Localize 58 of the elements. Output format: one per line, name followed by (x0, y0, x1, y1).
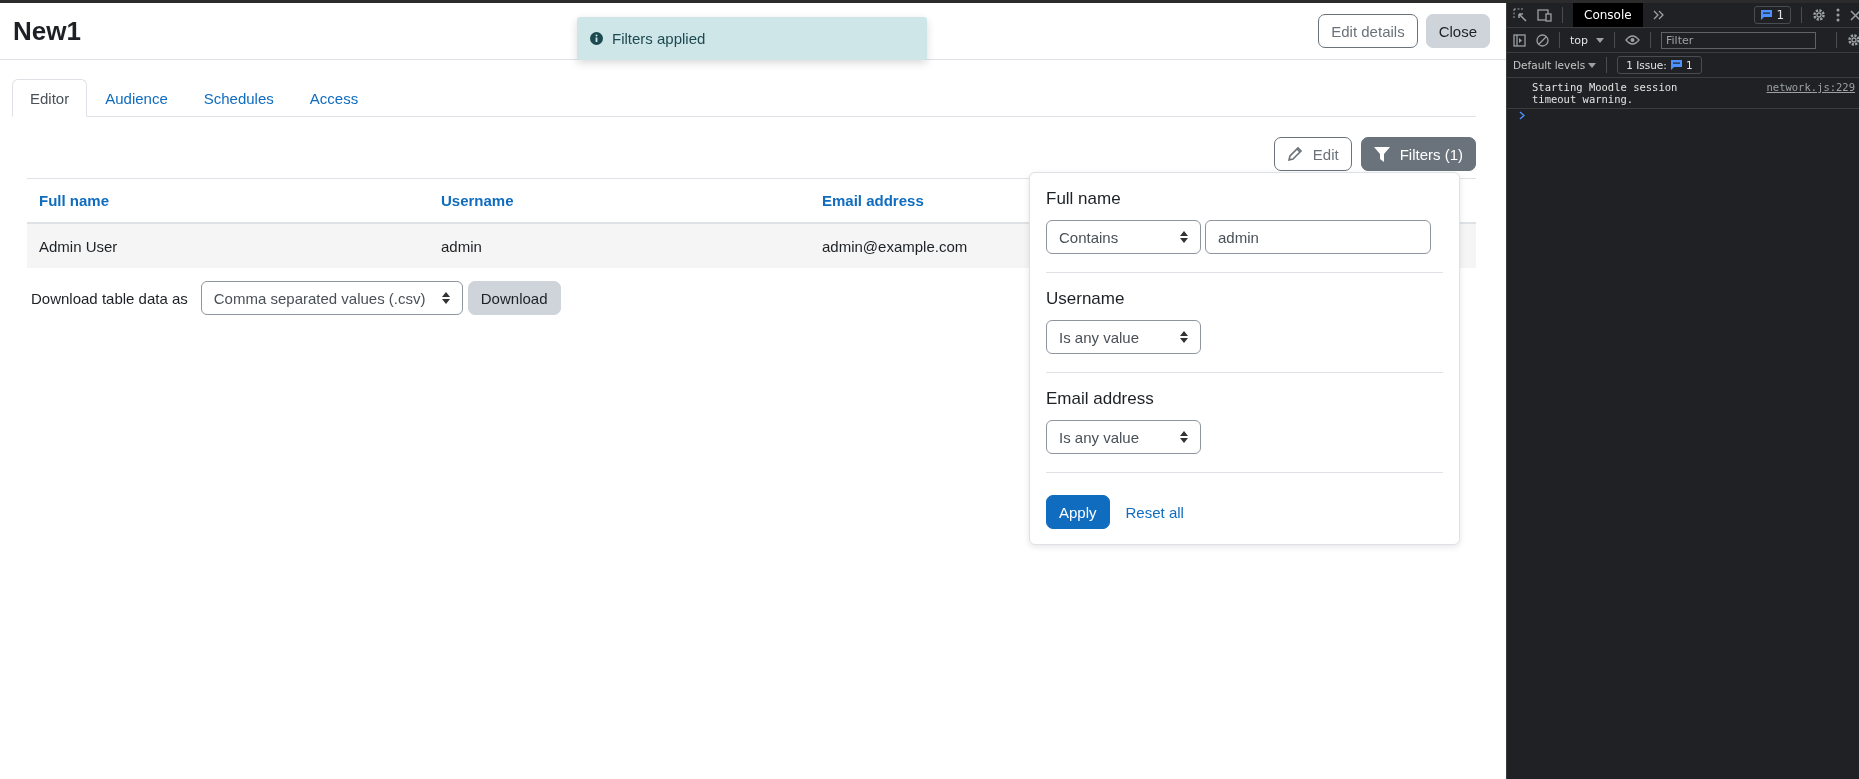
edit-details-button[interactable]: Edit details (1318, 14, 1418, 48)
download-label: Download table data as (31, 289, 188, 307)
filters-button[interactable]: Filters (1) (1360, 137, 1476, 171)
apply-button[interactable]: Apply (1046, 495, 1110, 529)
toast-message: Filters applied (612, 30, 706, 47)
close-button[interactable]: Close (1425, 14, 1490, 48)
edit-button[interactable]: Edit (1273, 137, 1352, 171)
table-cell: admin@example.com (822, 237, 968, 255)
select-field[interactable]: Is any value (1046, 320, 1201, 354)
console-tab[interactable]: Console (1573, 3, 1643, 27)
caret-icon (1180, 331, 1188, 343)
clear-icon (1536, 33, 1549, 47)
caret-icon (1180, 431, 1188, 443)
filter-label: Username (1046, 289, 1126, 309)
funnel-icon (1373, 146, 1390, 162)
filter-label: Full name (1046, 189, 1122, 209)
message-icon (1761, 10, 1773, 20)
caret-icon (1180, 231, 1188, 243)
issues-button[interactable]: 1 Issue: 1 (1617, 56, 1702, 74)
column-header[interactable]: Username (441, 192, 514, 209)
page-title: New1 (13, 15, 81, 47)
eye-icon (1625, 35, 1641, 45)
column-header[interactable]: Full name (39, 192, 109, 209)
prompt-icon (1519, 111, 1525, 120)
message-icon (1670, 60, 1682, 70)
pencil-icon (1286, 146, 1303, 162)
select-field[interactable]: Comma separated values (.csv) (200, 281, 463, 315)
levels-dropdown[interactable]: Default levels (1513, 59, 1597, 71)
tab[interactable]: Access (291, 79, 377, 117)
settings-icon (1812, 8, 1827, 22)
table-cell: Admin User (39, 237, 118, 255)
column-header[interactable]: Email address (822, 192, 924, 209)
tab[interactable]: Schedules (185, 79, 292, 117)
table-cell: admin (441, 237, 482, 255)
sidebar-icon (1513, 33, 1526, 47)
chevrons-icon (1652, 10, 1665, 20)
device-icon (1537, 8, 1552, 22)
info-icon (590, 32, 603, 45)
console-message: Starting Moodle session timeout warning. (1532, 81, 1679, 105)
kebab-icon (1836, 8, 1841, 22)
caret-icon (441, 292, 450, 304)
dropdown-icon (1588, 62, 1597, 68)
input-field[interactable]: admin (1205, 220, 1431, 254)
tab[interactable]: Editor (12, 79, 88, 117)
close-icon (1850, 9, 1859, 21)
download-button[interactable]: Download (467, 281, 561, 315)
source-link[interactable]: network.js:229 (1766, 81, 1856, 105)
inspect-icon (1513, 8, 1527, 22)
filter-field[interactable]: Filter (1661, 31, 1817, 49)
select-field[interactable]: Is any value (1046, 420, 1201, 454)
tab[interactable]: Audience (87, 79, 186, 117)
issues-badge[interactable]: 1 (1754, 6, 1792, 24)
context-dropdown[interactable]: top (1570, 33, 1605, 47)
select-field[interactable]: Contains (1046, 220, 1201, 254)
reset-all-link[interactable]: Reset all (1125, 503, 1184, 521)
settings-icon (1847, 33, 1859, 47)
filter-label: Email address (1046, 389, 1155, 409)
dropdown-icon (1596, 37, 1605, 43)
